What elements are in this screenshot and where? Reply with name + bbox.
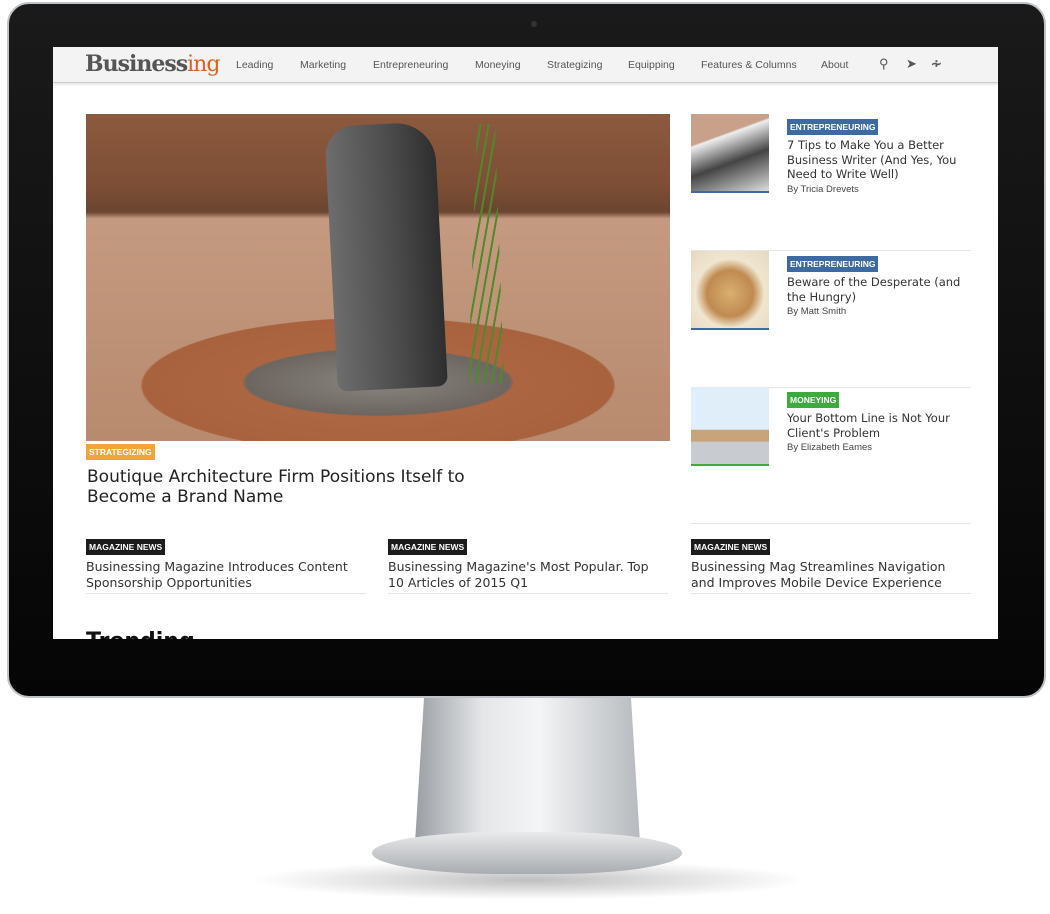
category-badge[interactable]: MAGAZINE NEWS [388, 539, 468, 555]
top-nav: Businessing Leading Marketing Entreprene… [53, 47, 998, 83]
send-icon[interactable]: ➤ [906, 56, 917, 72]
article-title[interactable]: Your Bottom Line is Not Your Client's Pr… [787, 411, 972, 440]
search-icon[interactable]: ⚲ [879, 56, 889, 72]
logo-accent: ing [187, 52, 220, 77]
monitor-stand-base [372, 832, 682, 874]
news-card[interactable]: MAGAZINE NEWS Businessing Magazine's Mos… [388, 537, 668, 594]
article-author: By Matt Smith [787, 306, 847, 317]
sidebar-article[interactable]: MONEYING Your Bottom Line is Not Your Cl… [691, 387, 971, 524]
nav-strategizing[interactable]: Strategizing [547, 59, 602, 71]
category-badge[interactable]: ENTREPRENEURING [787, 256, 879, 272]
news-card[interactable]: MAGAZINE NEWS Businessing Mag Streamline… [691, 537, 971, 594]
nav-entrepreneuring[interactable]: Entrepreneuring [373, 59, 448, 71]
article-author: By Tricia Drevets [787, 183, 859, 195]
sidebar-article[interactable]: ENTREPRENEURING 7 Tips to Make You a Bet… [691, 114, 971, 251]
logo-main: Business [85, 51, 188, 77]
rss-icon[interactable]: ∻ [931, 56, 942, 72]
nav-leading[interactable]: Leading [236, 59, 273, 71]
article-title[interactable]: 7 Tips to Make You a Better Business Wri… [787, 138, 972, 182]
nav-marketing[interactable]: Marketing [300, 59, 346, 71]
nav-equipping[interactable]: Equipping [628, 59, 675, 71]
category-badge[interactable]: MONEYING [787, 392, 840, 408]
sidebar-article[interactable]: ENTREPRENEURING Beware of the Desperate … [691, 251, 971, 388]
article-thumbnail[interactable] [691, 387, 769, 466]
rock [324, 121, 448, 392]
news-title[interactable]: Businessing Magazine Introduces Content … [86, 559, 366, 591]
category-badge[interactable]: ENTREPRENEURING [787, 119, 879, 135]
monitor-stand-neck [415, 698, 640, 843]
hero-category-badge[interactable]: STRATEGIZING [86, 444, 155, 460]
news-title[interactable]: Businessing Mag Streamlines Navigation a… [691, 559, 971, 591]
news-card[interactable]: MAGAZINE NEWS Businessing Magazine Intro… [86, 537, 366, 594]
news-title[interactable]: Businessing Magazine's Most Popular. Top… [388, 559, 668, 591]
article-thumbnail[interactable] [691, 251, 769, 330]
camera-icon [531, 21, 537, 27]
site-logo[interactable]: Businessing [85, 51, 220, 77]
category-badge[interactable]: MAGAZINE NEWS [691, 539, 771, 555]
nav-features-columns[interactable]: Features & Columns [701, 59, 797, 71]
section-heading: Trending [86, 629, 195, 639]
article-author: By Elizabeth Eames [787, 442, 873, 453]
grass [468, 124, 504, 384]
category-badge[interactable]: MAGAZINE NEWS [86, 539, 166, 555]
article-title[interactable]: Beware of the Desperate (and the Hungry) [787, 275, 972, 304]
hero-title[interactable]: Boutique Architecture Firm Positions Its… [87, 467, 487, 507]
website-screen: Businessing Leading Marketing Entreprene… [53, 47, 998, 639]
nav-moneying[interactable]: Moneying [475, 59, 521, 71]
hero-image[interactable] [86, 114, 670, 441]
nav-about[interactable]: About [821, 59, 848, 71]
article-thumbnail[interactable] [691, 114, 769, 193]
